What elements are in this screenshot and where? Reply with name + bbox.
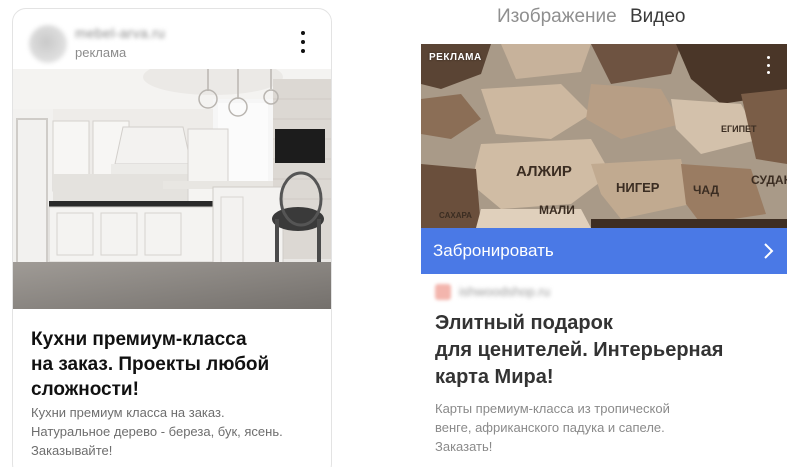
kitchen-image[interactable] bbox=[13, 69, 331, 309]
ad-title[interactable]: Кухни премиум-класса на заказ. Проекты л… bbox=[31, 327, 323, 402]
ad-title[interactable]: Элитный подарок для ценителей. Интерьерн… bbox=[435, 310, 780, 391]
ad-label: реклама bbox=[75, 45, 127, 60]
book-button[interactable]: Забронировать bbox=[421, 228, 787, 274]
more-options-icon[interactable] bbox=[295, 31, 311, 53]
ad-card-kitchen[interactable]: mebel-arva.ru реклама Кухни премиум-клас… bbox=[12, 8, 332, 467]
advertiser-avatar bbox=[29, 25, 67, 63]
ad-description-line: Натуральное дерево - береза, бук, ясень. bbox=[31, 424, 283, 439]
ad-description-line: венге, африканского падука и сапеле. bbox=[435, 420, 665, 435]
ad-title-line[interactable]: карта Мира! bbox=[435, 364, 780, 391]
ad-title-line[interactable]: сложности! bbox=[31, 377, 323, 402]
advertiser-domain[interactable]: mebel-arva.ru bbox=[75, 25, 165, 41]
ad-title-line[interactable]: Элитный подарок bbox=[435, 310, 780, 337]
map-label: ЕГИПЕТ bbox=[721, 124, 757, 134]
map-label: ЧАД bbox=[693, 183, 720, 197]
ad-description-line: Карты премиум-класса из тропической bbox=[435, 401, 670, 416]
tab-video[interactable]: Видео bbox=[630, 6, 686, 28]
ad-title-line[interactable]: на заказ. Проекты любой bbox=[31, 352, 323, 377]
map-label: САХАРА bbox=[439, 211, 472, 220]
tab-image[interactable]: Изображение bbox=[497, 6, 617, 28]
ad-badge: РЕКЛАМА bbox=[429, 52, 482, 63]
advertiser-favicon bbox=[435, 284, 451, 300]
ad-title-line[interactable]: для ценителей. Интерьерная bbox=[435, 337, 780, 364]
ad-card-world-map[interactable]: АЛЖИР МАЛИ НИГЕР ЧАД СУДАН ЕГИПЕТ САХАРА… bbox=[421, 44, 787, 467]
media-tabs: Изображение Видео bbox=[497, 6, 685, 28]
map-label: НИГЕР bbox=[616, 180, 660, 195]
ad-title-line[interactable]: Кухни премиум-класса bbox=[31, 327, 323, 352]
more-options-icon[interactable] bbox=[760, 56, 776, 74]
advertiser-domain[interactable]: ishwoodshop.ru bbox=[459, 284, 550, 299]
ad-description-line: Заказать! bbox=[435, 439, 493, 454]
ad-description: Карты премиум-класса из тропической венг… bbox=[435, 399, 780, 456]
map-label: АЛЖИР bbox=[516, 163, 572, 180]
ad-description: Кухни премиум класса на заказ. Натуральн… bbox=[31, 403, 327, 460]
ad-description-line: Заказывайте! bbox=[31, 443, 113, 458]
map-label: СУДАН bbox=[751, 173, 787, 187]
book-button-label: Забронировать bbox=[433, 241, 554, 260]
map-image[interactable]: АЛЖИР МАЛИ НИГЕР ЧАД СУДАН ЕГИПЕТ САХАРА… bbox=[421, 44, 787, 228]
chevron-right-icon bbox=[764, 243, 774, 259]
map-label: МАЛИ bbox=[539, 203, 575, 217]
ad-description-line: Кухни премиум класса на заказ. bbox=[31, 405, 225, 420]
